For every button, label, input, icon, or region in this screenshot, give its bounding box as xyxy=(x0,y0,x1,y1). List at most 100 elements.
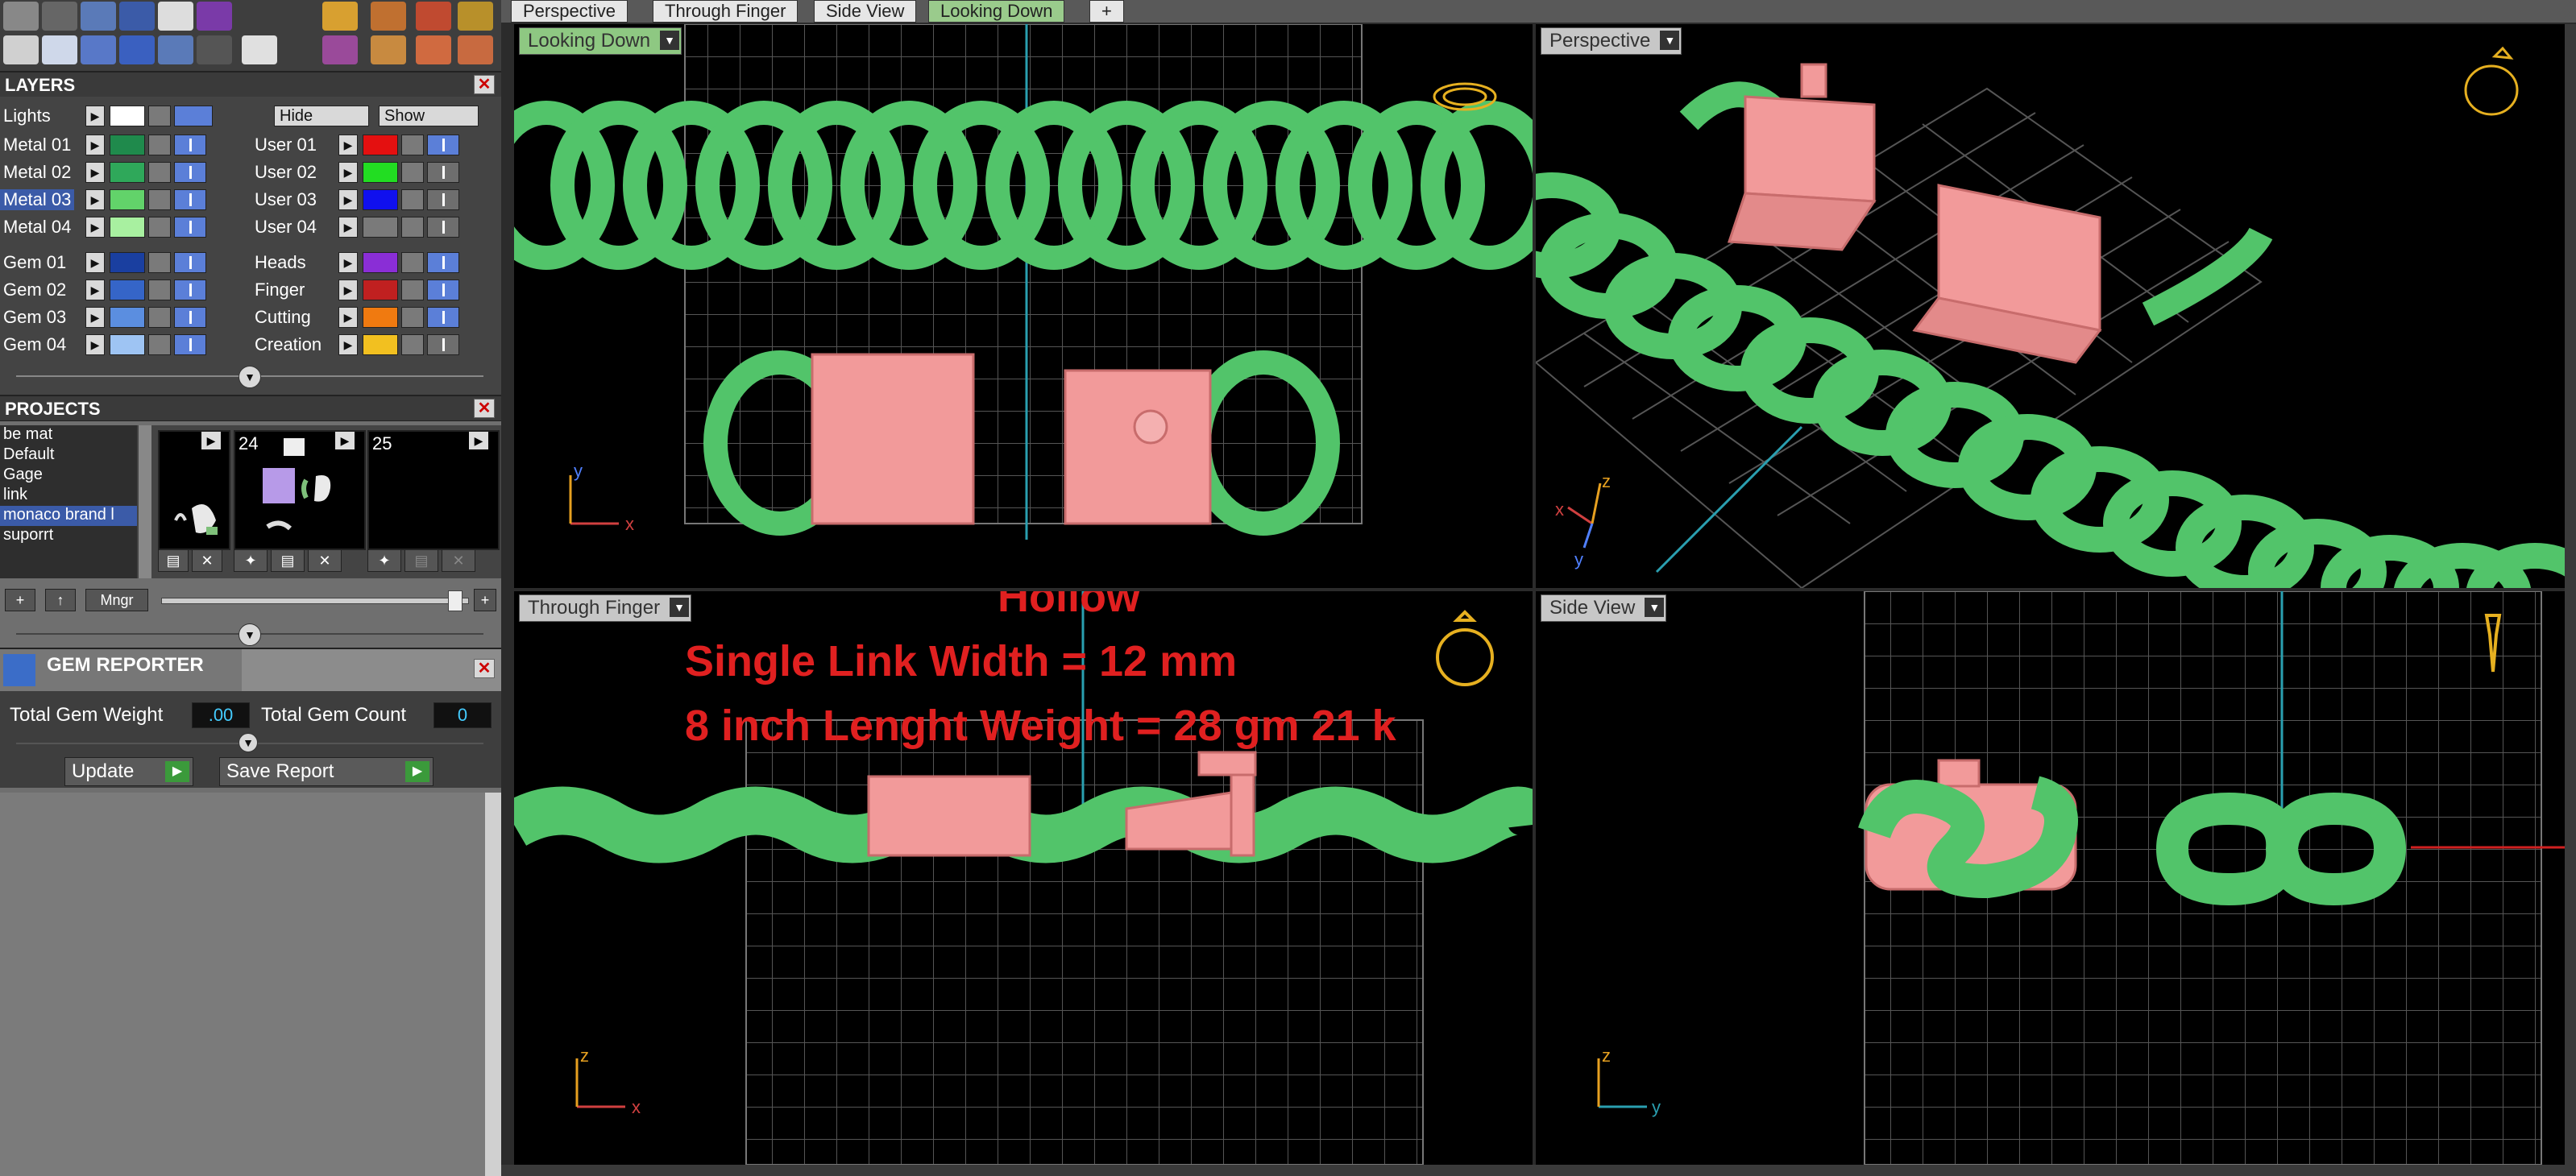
thumb-add-icon[interactable]: ✦ xyxy=(234,549,268,572)
layer-row-creation[interactable]: Creation ▶ xyxy=(251,332,493,356)
lock-icon[interactable] xyxy=(148,135,171,155)
project-item[interactable]: Default xyxy=(0,445,137,466)
thumb-add-icon[interactable]: ✦ xyxy=(367,549,401,572)
arrow-icon[interactable]: ▶ xyxy=(338,307,358,328)
search-icon[interactable] xyxy=(42,2,77,31)
visibility-toggle[interactable] xyxy=(427,162,459,183)
visibility-toggle[interactable] xyxy=(427,307,459,328)
lights-swatch[interactable] xyxy=(110,106,145,126)
lock-icon[interactable] xyxy=(401,280,424,300)
lock-icon[interactable] xyxy=(148,217,171,238)
tab-perspective[interactable]: Perspective xyxy=(511,0,628,23)
layer-row-gem-04[interactable]: Gem 04 ▶ xyxy=(0,332,242,356)
lock-icon[interactable] xyxy=(401,307,424,328)
select-points-icon[interactable] xyxy=(197,35,232,64)
color-swatch[interactable] xyxy=(363,162,398,183)
thumb-save-icon[interactable]: ▤ xyxy=(404,549,438,572)
project-list-scrollbar[interactable] xyxy=(139,425,151,578)
visibility-toggle[interactable] xyxy=(174,135,206,155)
material-icon[interactable] xyxy=(197,2,232,31)
render-icon[interactable] xyxy=(322,2,358,31)
visibility-toggle[interactable] xyxy=(174,162,206,183)
project-item[interactable]: Gage xyxy=(0,466,137,486)
camera-icon[interactable] xyxy=(158,2,193,31)
collapse-gem-icon[interactable]: ▼ xyxy=(239,733,258,752)
arrow-icon[interactable]: ▶ xyxy=(85,334,105,355)
color-swatch[interactable] xyxy=(110,189,145,210)
visibility-toggle[interactable] xyxy=(427,217,459,238)
add-tab-button[interactable]: + xyxy=(1089,0,1124,23)
up-project-button[interactable]: ↑ xyxy=(45,589,76,611)
chevron-down-icon[interactable]: ▼ xyxy=(1645,598,1665,617)
project-item[interactable]: suporrt xyxy=(0,526,137,546)
tab-looking-down[interactable]: Looking Down xyxy=(928,0,1065,23)
layer-row-user-02[interactable]: User 02 ▶ xyxy=(251,159,493,184)
lock-icon[interactable] xyxy=(401,217,424,238)
arrow-icon[interactable]: ▶ xyxy=(338,135,358,155)
arrow-icon[interactable]: ▶ xyxy=(338,252,358,273)
gem-reporter-close-icon[interactable]: ✕ xyxy=(474,659,495,678)
visibility-toggle[interactable] xyxy=(427,189,459,210)
chevron-down-icon[interactable]: ▼ xyxy=(1660,31,1680,50)
add-project-button[interactable]: + xyxy=(5,589,35,611)
project-list[interactable]: be mat Default Gage link monaco brand l … xyxy=(0,425,137,578)
thumb-save-icon[interactable]: ▤ xyxy=(271,549,305,572)
visibility-toggle[interactable] xyxy=(427,252,459,273)
lock-icon[interactable] xyxy=(148,307,171,328)
projects-close-icon[interactable]: ✕ xyxy=(474,399,495,418)
layout-grid-icon[interactable] xyxy=(3,35,39,64)
lock-icon[interactable] xyxy=(148,252,171,273)
color-swatch[interactable] xyxy=(110,334,145,355)
monitor-icon[interactable] xyxy=(42,35,77,64)
layer-row-user-01[interactable]: User 01 ▶ xyxy=(251,132,493,156)
color-swatch[interactable] xyxy=(363,135,398,155)
visibility-toggle[interactable] xyxy=(174,252,206,273)
collapse-layers-icon[interactable]: ▼ xyxy=(239,366,261,388)
color-swatch[interactable] xyxy=(110,307,145,328)
layer-row-gem-03[interactable]: Gem 03 ▶ xyxy=(0,304,242,329)
color-swatch[interactable] xyxy=(110,135,145,155)
color-swatch[interactable] xyxy=(110,162,145,183)
layer-row-user-04[interactable]: User 04 ▶ xyxy=(251,214,493,238)
lock-icon[interactable] xyxy=(401,252,424,273)
color-swatch[interactable] xyxy=(363,217,398,238)
arrow-icon[interactable]: ▶ xyxy=(338,334,358,355)
lock-icon[interactable] xyxy=(401,334,424,355)
manager-button[interactable]: Mngr xyxy=(85,589,148,611)
save-icon[interactable] xyxy=(242,35,277,64)
display-icon[interactable] xyxy=(81,2,116,31)
chevron-down-icon[interactable]: ▼ xyxy=(670,598,690,617)
arrow-icon[interactable]: ▶ xyxy=(85,307,105,328)
lock-icon[interactable] xyxy=(148,280,171,300)
visibility-toggle[interactable] xyxy=(427,135,459,155)
thumb-arrow-icon[interactable]: ▶ xyxy=(469,432,488,449)
visibility-toggle[interactable] xyxy=(174,280,206,300)
visibility-toggle[interactable] xyxy=(174,217,206,238)
layer-row-user-03[interactable]: User 03 ▶ xyxy=(251,187,493,211)
slider-handle[interactable] xyxy=(448,590,463,611)
lock-icon[interactable] xyxy=(148,334,171,355)
zoom-plus-icon[interactable]: + xyxy=(474,589,496,611)
transform-tool-icon[interactable] xyxy=(458,35,493,64)
lock-icon[interactable] xyxy=(401,162,424,183)
layer-row-metal-04[interactable]: Metal 04 ▶ xyxy=(0,214,242,238)
hide-button[interactable]: Hide xyxy=(274,106,369,126)
lock-icon[interactable] xyxy=(401,135,424,155)
layer-row-metal-01[interactable]: Metal 01 ▶ xyxy=(0,132,242,156)
cylinder-icon[interactable] xyxy=(119,35,155,64)
arrow-icon[interactable]: ▶ xyxy=(85,162,105,183)
visibility-toggle[interactable] xyxy=(427,334,459,355)
lock-icon[interactable] xyxy=(401,189,424,210)
viewport-perspective[interactable]: x z y Perspective ▼ xyxy=(1536,24,2565,588)
show-button[interactable]: Show xyxy=(379,106,479,126)
viewport-label-side-view[interactable]: Side View ▼ xyxy=(1541,594,1667,622)
thumb-delete-icon[interactable]: ✕ xyxy=(442,549,475,572)
lights-toggle[interactable] xyxy=(174,106,213,126)
visibility-toggle[interactable] xyxy=(174,307,206,328)
arrow-icon[interactable]: ▶ xyxy=(338,162,358,183)
layers-close-icon[interactable]: ✕ xyxy=(474,75,495,94)
layer-row-gem-02[interactable]: Gem 02 ▶ xyxy=(0,277,242,301)
layer-row-heads[interactable]: Heads ▶ xyxy=(251,250,493,274)
filter-icon[interactable] xyxy=(158,35,193,64)
color-swatch[interactable] xyxy=(363,307,398,328)
